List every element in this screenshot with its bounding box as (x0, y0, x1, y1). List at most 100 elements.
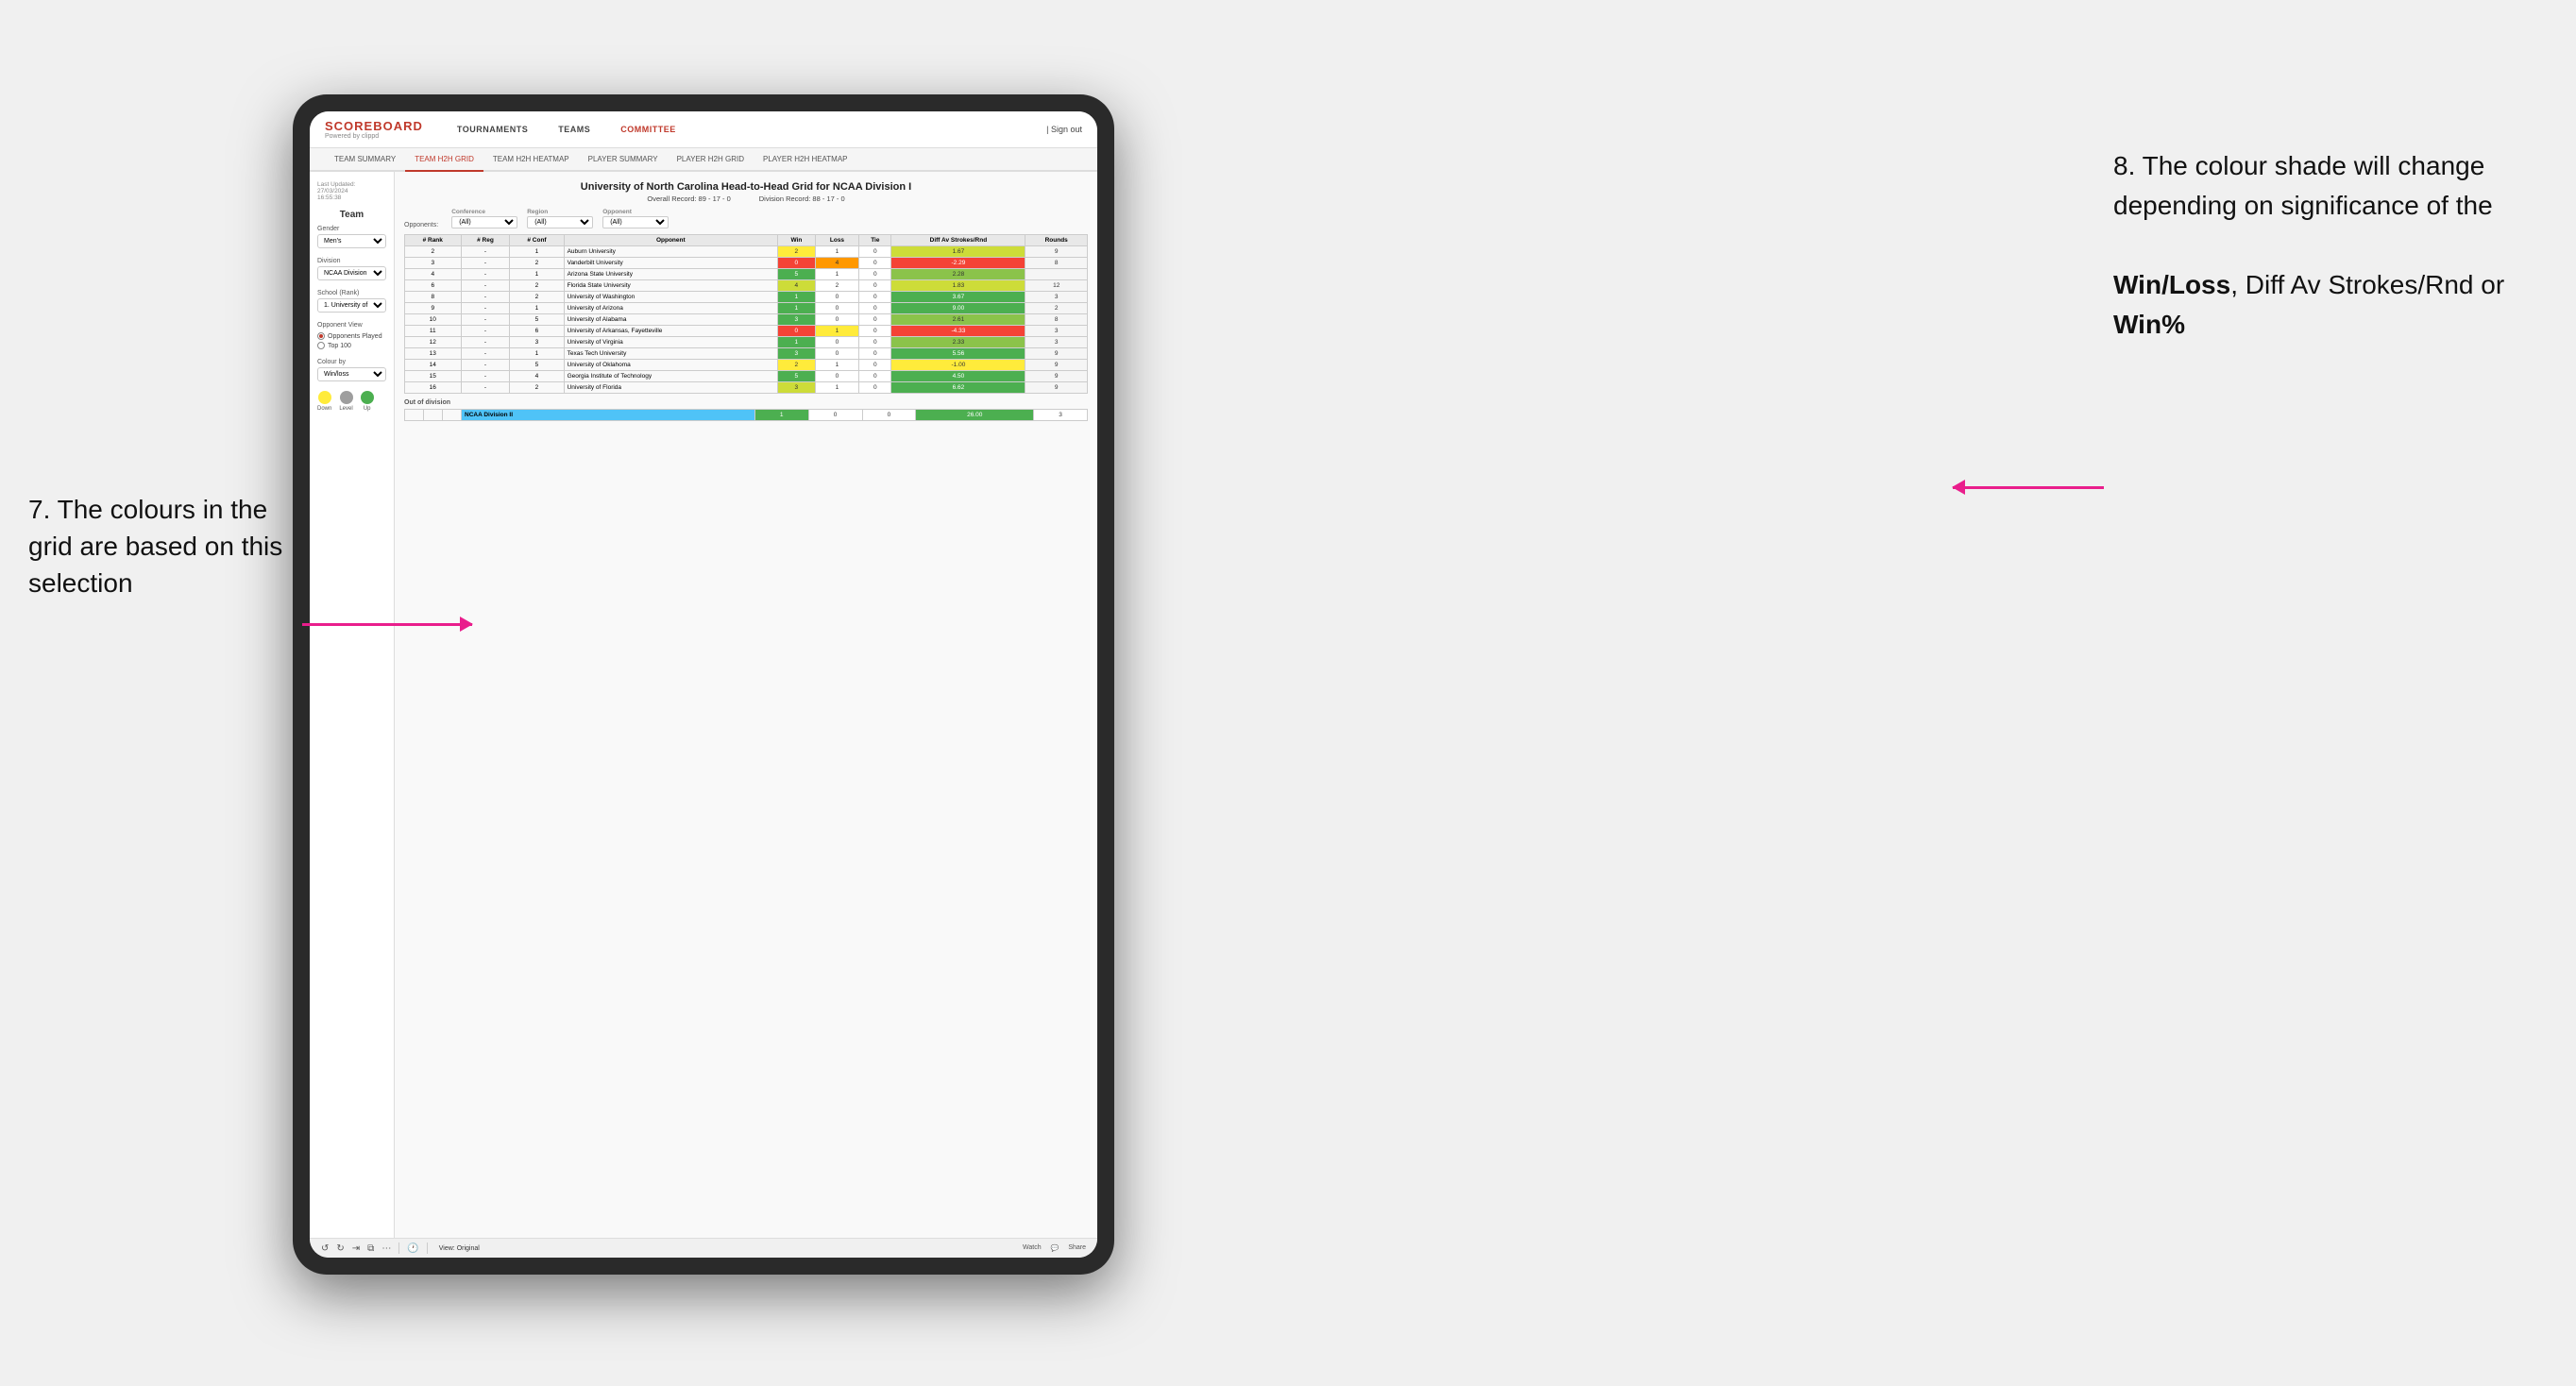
table-row: 6-2Florida State University4201.8312 (405, 280, 1088, 292)
cell-5-8: 2 (1025, 303, 1088, 314)
cell-8-0: 12 (405, 337, 462, 348)
more-btn[interactable]: ⋯ (381, 1243, 391, 1254)
radio-opponents-played[interactable]: Opponents Played (317, 332, 386, 340)
cell-6-3: University of Alabama (564, 314, 777, 326)
radio-top-100[interactable]: Top 100 (317, 342, 386, 349)
annotation-right: 8. The colour shade will change dependin… (2113, 146, 2548, 345)
sidebar: Last Updated: 27/03/2024 16:55:38 Team G… (310, 172, 395, 1238)
out-of-division-row: NCAA Division II 1 0 0 26.00 3 (405, 410, 1088, 421)
region-label: Region (527, 209, 593, 215)
cell-0-4: 2 (778, 246, 816, 258)
colour-by-select[interactable]: Win/loss (317, 367, 386, 381)
cell-7-2: 6 (510, 326, 564, 337)
tablet-screen: SCOREBOARD Powered by clippd TOURNAMENTS… (310, 111, 1097, 1258)
opponent-filter: Opponent (All) (602, 209, 669, 228)
tab-team-h2h-heatmap[interactable]: TEAM H2H HEATMAP (483, 148, 579, 172)
gender-section: Gender Men's (317, 226, 386, 248)
cell-10-0: 14 (405, 360, 462, 371)
radio-group: Opponents Played Top 100 (317, 332, 386, 349)
cell-9-6: 0 (859, 348, 891, 360)
school-select[interactable]: 1. University of Nort... (317, 298, 386, 313)
comment-btn[interactable]: 💬 (1051, 1244, 1059, 1252)
grid-records: Overall Record: 89 - 17 - 0 Division Rec… (404, 194, 1088, 203)
cell-6-8: 8 (1025, 314, 1088, 326)
nav-teams[interactable]: TEAMS (552, 121, 596, 138)
out-division-win: 1 (754, 410, 808, 421)
level-dot (340, 391, 353, 404)
table-row: 14-5University of Oklahoma210-1.009 (405, 360, 1088, 371)
cell-8-5: 0 (815, 337, 859, 348)
cell-8-8: 3 (1025, 337, 1088, 348)
cell-9-1: - (461, 348, 510, 360)
region-select[interactable]: (All) (527, 216, 593, 228)
cell-12-0: 16 (405, 382, 462, 394)
cell-5-3: University of Arizona (564, 303, 777, 314)
conference-label: Conference (451, 209, 517, 215)
sign-out[interactable]: | Sign out (1046, 125, 1082, 134)
view-label[interactable]: View: Original (439, 1245, 480, 1252)
tab-player-h2h-grid[interactable]: PLAYER H2H GRID (668, 148, 754, 172)
cell-5-1: - (461, 303, 510, 314)
out-division-loss: 0 (808, 410, 862, 421)
conference-select[interactable]: (All) (451, 216, 517, 228)
tab-player-summary[interactable]: PLAYER SUMMARY (579, 148, 668, 172)
forward-btn[interactable]: ⇥ (352, 1243, 360, 1254)
cell-4-8: 3 (1025, 292, 1088, 303)
logo-sub: Powered by clippd (325, 133, 423, 140)
out-of-division-label: Out of division (404, 399, 1088, 406)
cell-2-2: 1 (510, 269, 564, 280)
cell-12-4: 3 (778, 382, 816, 394)
nav-committee[interactable]: COMMITTEE (615, 121, 682, 138)
cell-5-5: 0 (815, 303, 859, 314)
tab-team-summary[interactable]: TEAM SUMMARY (325, 148, 405, 172)
school-section: School (Rank) 1. University of Nort... (317, 290, 386, 313)
cell-10-8: 9 (1025, 360, 1088, 371)
cell-3-4: 4 (778, 280, 816, 292)
copy-btn[interactable]: ⧉ (367, 1243, 374, 1254)
logo-area: SCOREBOARD Powered by clippd (325, 119, 423, 140)
undo-btn[interactable]: ↺ (321, 1243, 329, 1254)
cell-4-1: - (461, 292, 510, 303)
cell-7-7: -4.33 (891, 326, 1025, 337)
division-select[interactable]: NCAA Division I (317, 266, 386, 280)
cell-3-8: 12 (1025, 280, 1088, 292)
redo-btn[interactable]: ↻ (336, 1243, 344, 1254)
clock-btn[interactable]: 🕐 (407, 1243, 418, 1254)
cell-3-6: 0 (859, 280, 891, 292)
cell-2-5: 1 (815, 269, 859, 280)
gender-select[interactable]: Men's (317, 234, 386, 248)
cell-12-2: 2 (510, 382, 564, 394)
cell-10-6: 0 (859, 360, 891, 371)
cell-4-3: University of Washington (564, 292, 777, 303)
cell-0-0: 2 (405, 246, 462, 258)
h2h-table: # Rank # Reg # Conf Opponent Win Loss Ti… (404, 234, 1088, 394)
cell-12-3: University of Florida (564, 382, 777, 394)
tab-team-h2h-grid[interactable]: TEAM H2H GRID (405, 148, 483, 172)
table-row: 12-3University of Virginia1002.333 (405, 337, 1088, 348)
out-of-division-table: NCAA Division II 1 0 0 26.00 3 (404, 409, 1088, 421)
tab-player-h2h-heatmap[interactable]: PLAYER H2H HEATMAP (754, 148, 857, 172)
cell-7-5: 1 (815, 326, 859, 337)
nav-tournaments[interactable]: TOURNAMENTS (451, 121, 534, 138)
cell-9-8: 9 (1025, 348, 1088, 360)
share-btn[interactable]: Share (1068, 1244, 1086, 1252)
opponent-select[interactable]: (All) (602, 216, 669, 228)
legend-down: Down (317, 391, 331, 412)
cell-6-6: 0 (859, 314, 891, 326)
cell-6-4: 3 (778, 314, 816, 326)
cell-6-2: 5 (510, 314, 564, 326)
cell-3-1: - (461, 280, 510, 292)
cell-8-2: 3 (510, 337, 564, 348)
cell-3-7: 1.83 (891, 280, 1025, 292)
cell-2-3: Arizona State University (564, 269, 777, 280)
annotation-left: 7. The colours in the grid are based on … (28, 491, 293, 602)
cell-8-3: University of Virginia (564, 337, 777, 348)
opponent-view-label: Opponent View (317, 322, 386, 329)
top-nav: SCOREBOARD Powered by clippd TOURNAMENTS… (310, 111, 1097, 148)
sub-nav: TEAM SUMMARY TEAM H2H GRID TEAM H2H HEAT… (310, 148, 1097, 172)
main-content: Last Updated: 27/03/2024 16:55:38 Team G… (310, 172, 1097, 1238)
watch-btn[interactable]: Watch (1023, 1244, 1042, 1252)
cell-6-7: 2.61 (891, 314, 1025, 326)
colour-by-section: Colour by Win/loss (317, 359, 386, 381)
up-dot (361, 391, 374, 404)
